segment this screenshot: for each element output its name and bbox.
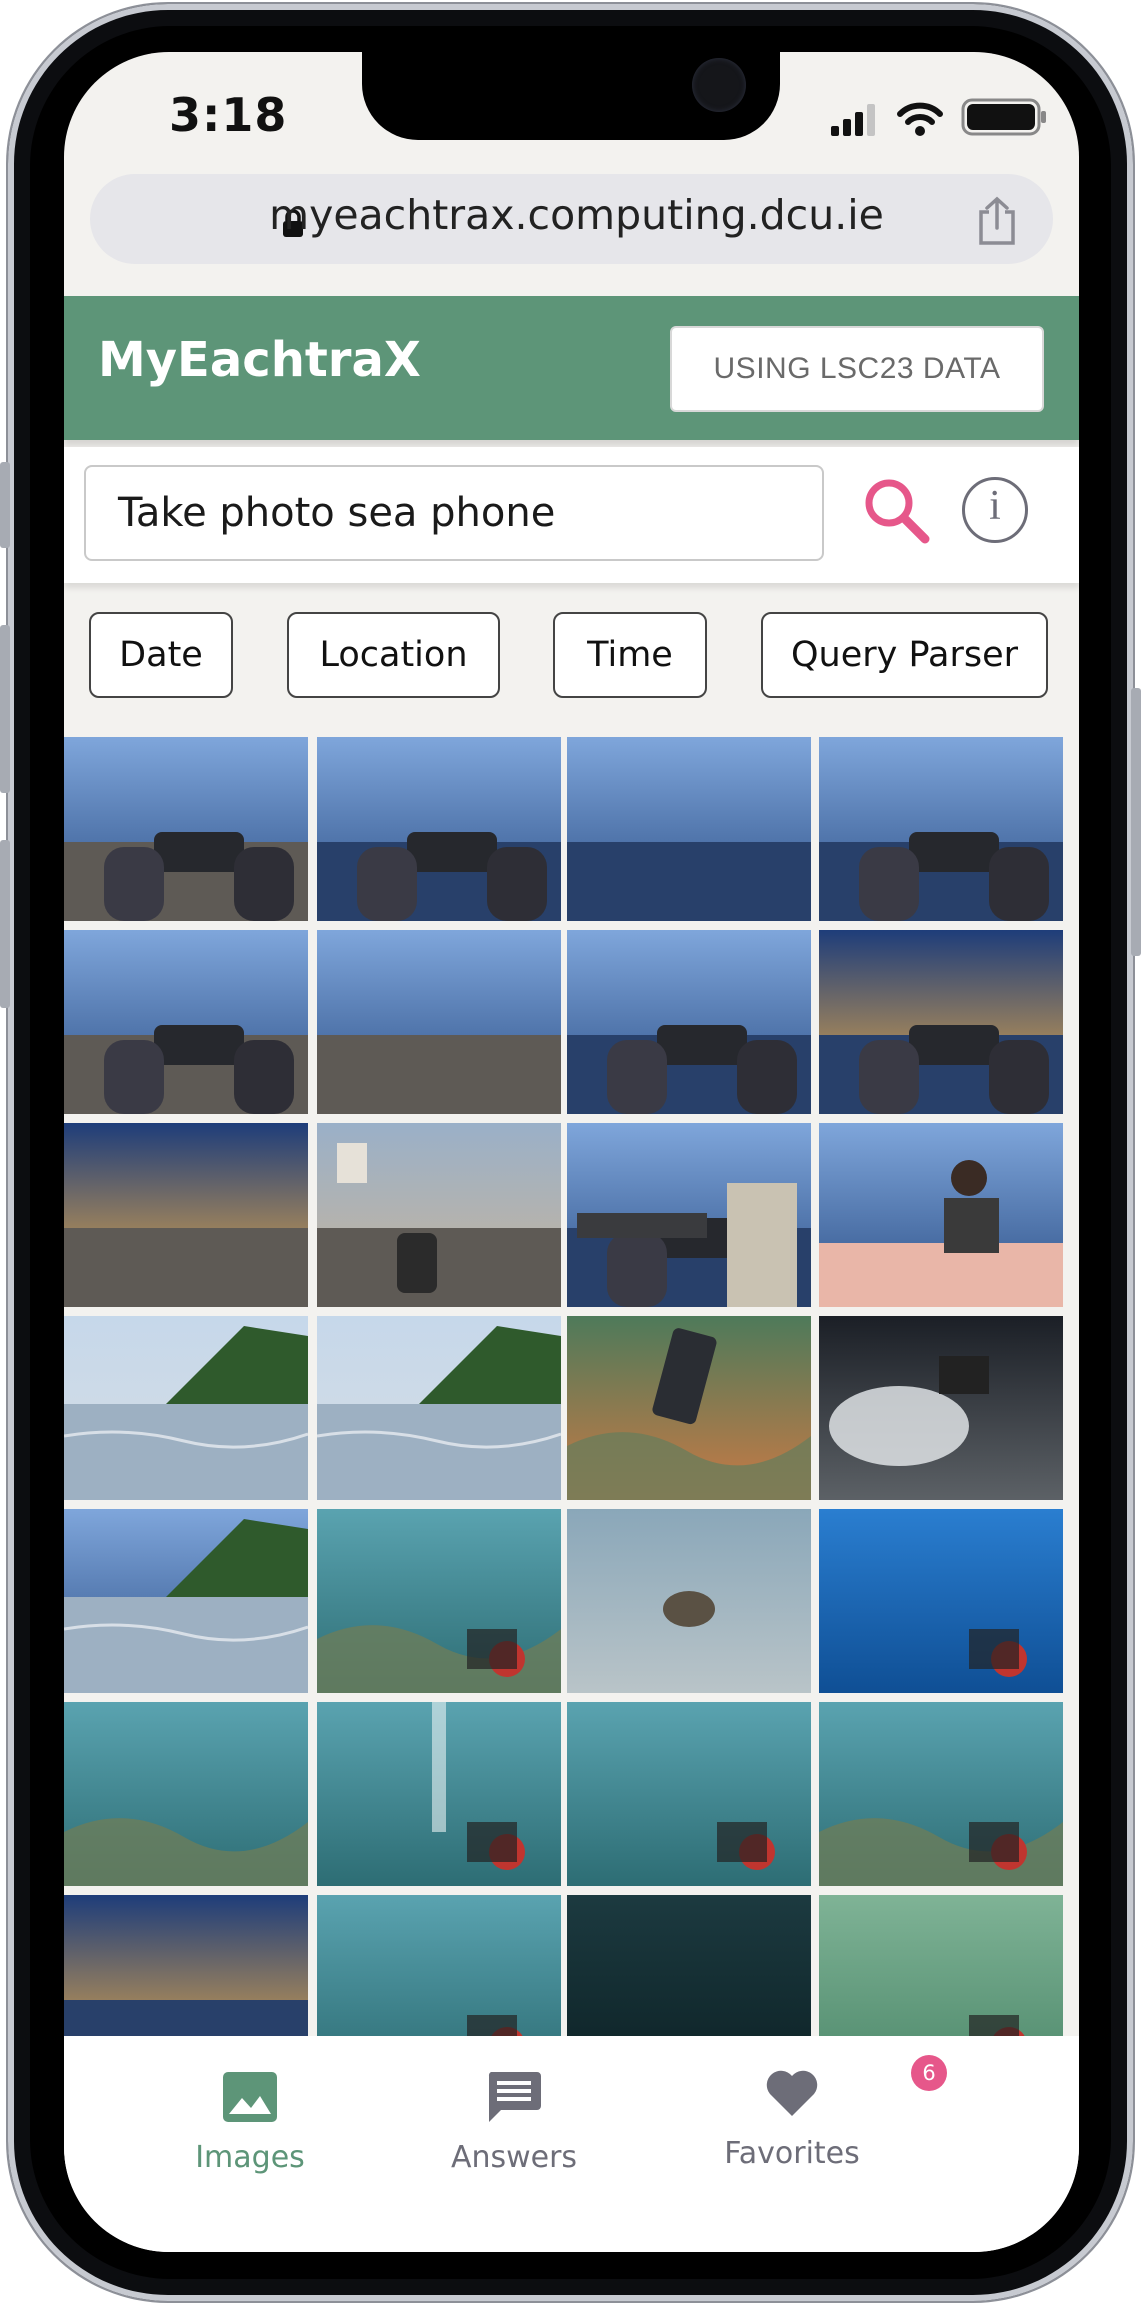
photo-thumbnail[interactable] bbox=[64, 930, 308, 1114]
address-bar[interactable]: myeachtrax.computing.dcu.ie bbox=[90, 174, 1053, 264]
tab-favorites-label: Favorites bbox=[724, 2136, 860, 2171]
photo-thumbnail[interactable] bbox=[819, 1895, 1063, 2037]
photo-thumbnail[interactable] bbox=[819, 1509, 1063, 1693]
photo-thumbnail[interactable] bbox=[819, 930, 1063, 1114]
filter-time[interactable]: Time bbox=[553, 612, 707, 698]
dataset-button[interactable]: USING LSC23 DATA bbox=[670, 326, 1044, 412]
photo-thumbnail[interactable] bbox=[317, 1123, 561, 1307]
photo-thumbnail[interactable] bbox=[567, 1123, 811, 1307]
photo-thumbnail[interactable] bbox=[317, 1316, 561, 1500]
image-icon bbox=[223, 2072, 277, 2122]
filter-query-parser[interactable]: Query Parser bbox=[761, 612, 1048, 698]
photo-thumbnail[interactable] bbox=[64, 1895, 308, 2037]
photo-thumbnail[interactable] bbox=[819, 1316, 1063, 1500]
cellular-signal-icon bbox=[831, 104, 875, 136]
photo-thumbnail[interactable] bbox=[567, 1895, 811, 2037]
photo-thumbnail[interactable] bbox=[819, 1702, 1063, 1886]
photo-thumbnail[interactable] bbox=[567, 1702, 811, 1886]
photo-thumbnail[interactable] bbox=[567, 1316, 811, 1500]
message-icon bbox=[488, 2072, 541, 2122]
photo-thumbnail[interactable] bbox=[819, 1123, 1063, 1307]
photo-thumbnail[interactable] bbox=[64, 1509, 308, 1693]
photo-thumbnail[interactable] bbox=[317, 1509, 561, 1693]
info-icon[interactable]: i bbox=[962, 477, 1028, 543]
url-text: myeachtrax.computing.dcu.ie bbox=[269, 191, 884, 239]
power-button bbox=[1131, 688, 1141, 956]
photo-thumbnail[interactable] bbox=[64, 1316, 308, 1500]
favorites-count-badge: 6 bbox=[911, 2055, 947, 2091]
volume-down-button bbox=[0, 840, 10, 1008]
camera-notch bbox=[362, 52, 780, 140]
tab-images-label: Images bbox=[195, 2140, 305, 2175]
tab-answers[interactable]: Answers bbox=[414, 2072, 614, 2175]
search-bar: Take photo sea phone i bbox=[64, 447, 1079, 583]
photo-thumbnail[interactable] bbox=[567, 930, 811, 1114]
photo-thumbnail[interactable] bbox=[567, 1509, 811, 1693]
filter-bar: Date Location Time Query Parser bbox=[64, 612, 1079, 708]
tab-images[interactable]: Images bbox=[150, 2072, 350, 2175]
photo-thumbnail[interactable] bbox=[317, 930, 561, 1114]
photo-thumbnail[interactable] bbox=[317, 737, 561, 921]
photo-thumbnail[interactable] bbox=[64, 737, 308, 921]
photo-thumbnail[interactable] bbox=[567, 737, 811, 921]
wifi-icon bbox=[897, 102, 943, 136]
heart-icon bbox=[766, 2070, 818, 2116]
search-icon[interactable] bbox=[861, 475, 933, 547]
status-time: 3:18 bbox=[169, 88, 288, 142]
photo-thumbnail[interactable] bbox=[819, 737, 1063, 921]
photo-thumbnail[interactable] bbox=[317, 1702, 561, 1886]
battery-icon bbox=[961, 98, 1046, 136]
app-header: MyEachtraX USING LSC23 DATA bbox=[64, 296, 1079, 440]
mute-switch bbox=[0, 462, 10, 548]
app-brand: MyEachtraX bbox=[98, 332, 421, 388]
photo-thumbnail[interactable] bbox=[64, 1123, 308, 1307]
phone-screen: 3:18 myeachtrax.computing.dcu.ie MyEacht… bbox=[64, 52, 1079, 2252]
search-input[interactable]: Take photo sea phone bbox=[84, 465, 824, 561]
photo-thumbnail[interactable] bbox=[64, 1702, 308, 1886]
filter-location[interactable]: Location bbox=[287, 612, 500, 698]
tab-answers-label: Answers bbox=[450, 2140, 578, 2175]
volume-up-button bbox=[0, 625, 10, 793]
tab-favorites[interactable]: Favorites bbox=[692, 2068, 892, 2171]
image-grid bbox=[64, 737, 1079, 2037]
photo-thumbnail[interactable] bbox=[317, 1895, 561, 2037]
share-icon[interactable] bbox=[975, 196, 1019, 246]
filter-date[interactable]: Date bbox=[89, 612, 233, 698]
